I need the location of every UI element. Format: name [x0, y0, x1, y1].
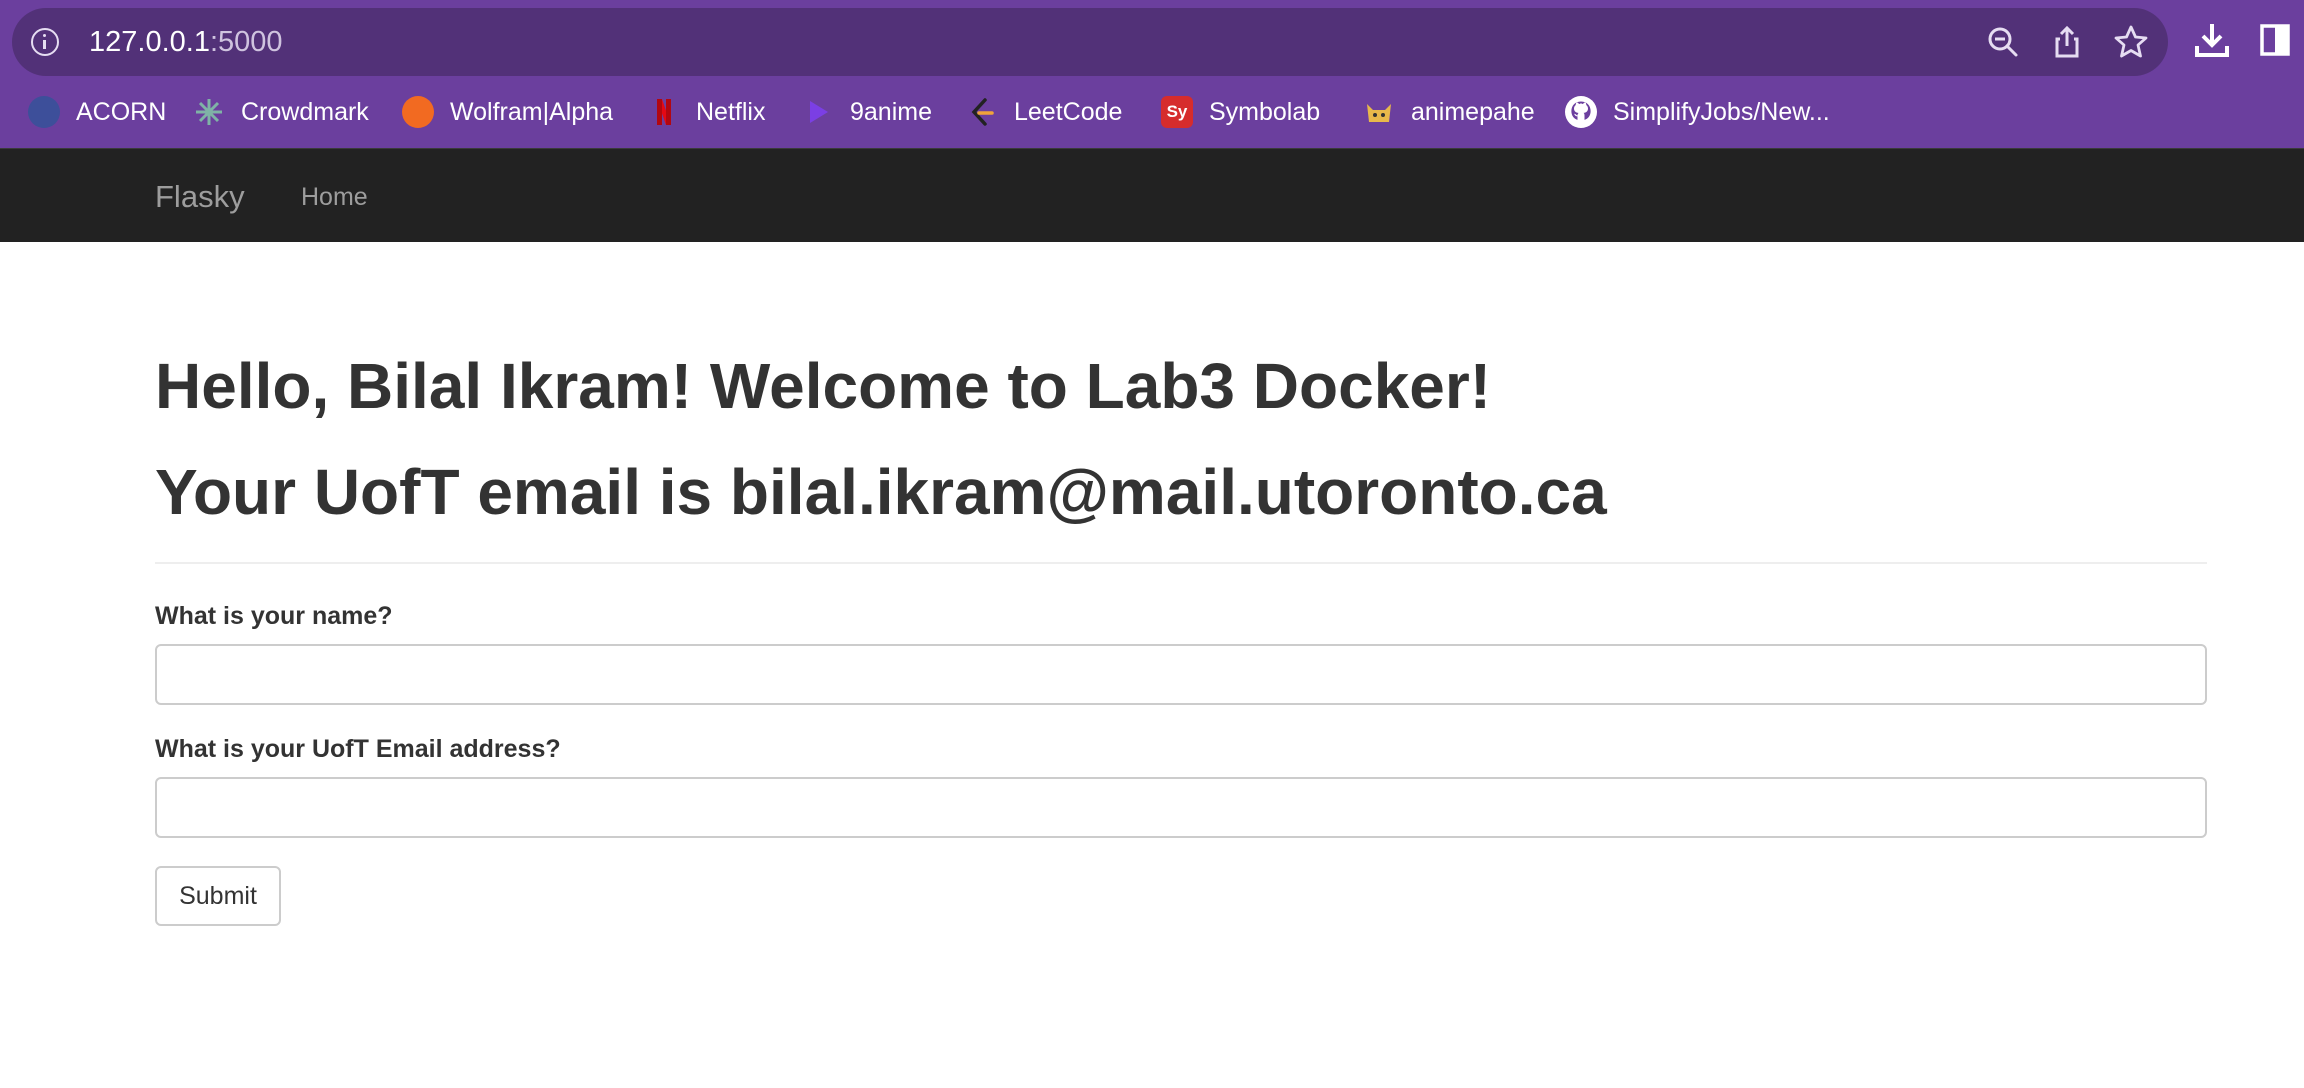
bookmark-animepahe[interactable]: animepahe — [1363, 88, 1535, 136]
email-input[interactable] — [155, 777, 2207, 838]
bookmark-label: Crowdmark — [241, 97, 369, 126]
bookmark-label: SimplifyJobs/New... — [1613, 97, 1830, 126]
bookmark-label: ACORN — [76, 97, 167, 126]
address-bar[interactable]: 127.0.0.1:5000 — [12, 8, 2168, 76]
wolfram-icon — [402, 96, 434, 128]
site-info-icon[interactable] — [31, 28, 59, 56]
url-text[interactable]: 127.0.0.1:5000 — [89, 26, 283, 58]
bookmark-netflix[interactable]: Netflix — [648, 88, 765, 136]
email-heading: Your UofT email is bilal.ikram@mail.utor… — [155, 456, 1607, 528]
9anime-icon — [802, 96, 834, 128]
bookmark-crowdmark[interactable]: Crowdmark — [193, 88, 369, 136]
bookmark-label: 9anime — [850, 97, 932, 126]
bookmark-acorn[interactable]: ACORN — [28, 88, 166, 136]
greeting-heading: Hello, Bilal Ikram! Welcome to Lab3 Dock… — [155, 350, 1492, 422]
bookmark-label: LeetCode — [1014, 97, 1123, 126]
submit-button[interactable]: Submit — [155, 866, 281, 926]
leetcode-icon — [966, 96, 998, 128]
crowdmark-icon — [193, 96, 225, 128]
navbar-brand[interactable]: Flasky — [155, 179, 245, 215]
download-icon[interactable] — [2192, 20, 2232, 60]
bookmark-simplifyjobs[interactable]: SimplifyJobs/New... — [1565, 88, 1830, 136]
netflix-icon — [648, 96, 680, 128]
bookmark-symbolab[interactable]: Sy Symbolab — [1161, 88, 1320, 136]
app-navbar: Flasky Home — [0, 148, 2304, 242]
nav-home-link[interactable]: Home — [301, 183, 368, 212]
bookmark-label: Wolfram|Alpha — [450, 97, 614, 126]
acorn-icon — [28, 96, 60, 128]
bookmark-label: Netflix — [696, 97, 766, 126]
bookmark-9anime[interactable]: 9anime — [802, 88, 932, 136]
bookmark-leetcode[interactable]: LeetCode — [966, 88, 1122, 136]
bookmarks-bar: ACORN Crowdmark Wolfram|Alpha Netflix 9a… — [0, 88, 2304, 136]
bookmark-wolfram[interactable]: Wolfram|Alpha — [402, 88, 613, 136]
page-header-divider — [155, 562, 2207, 564]
github-icon — [1565, 96, 1597, 128]
name-input[interactable] — [155, 644, 2207, 705]
bookmark-label: animepahe — [1411, 97, 1535, 126]
zoom-out-icon[interactable] — [1983, 22, 2023, 62]
bookmark-star-icon[interactable] — [2111, 22, 2151, 62]
url-port: :5000 — [209, 26, 283, 58]
share-icon[interactable] — [2047, 22, 2087, 62]
browser-toolbar: 127.0.0.1:5000 ACORN Crowdmark Wolfram|A… — [0, 0, 2304, 148]
url-host: 127.0.0.1 — [89, 26, 210, 58]
symbolab-icon: Sy — [1161, 96, 1193, 128]
email-label: What is your UofT Email address? — [155, 735, 561, 763]
animepahe-icon — [1363, 96, 1395, 128]
bookmark-label: Symbolab — [1209, 97, 1321, 126]
name-label: What is your name? — [155, 602, 393, 630]
side-panel-icon[interactable] — [2256, 20, 2296, 60]
